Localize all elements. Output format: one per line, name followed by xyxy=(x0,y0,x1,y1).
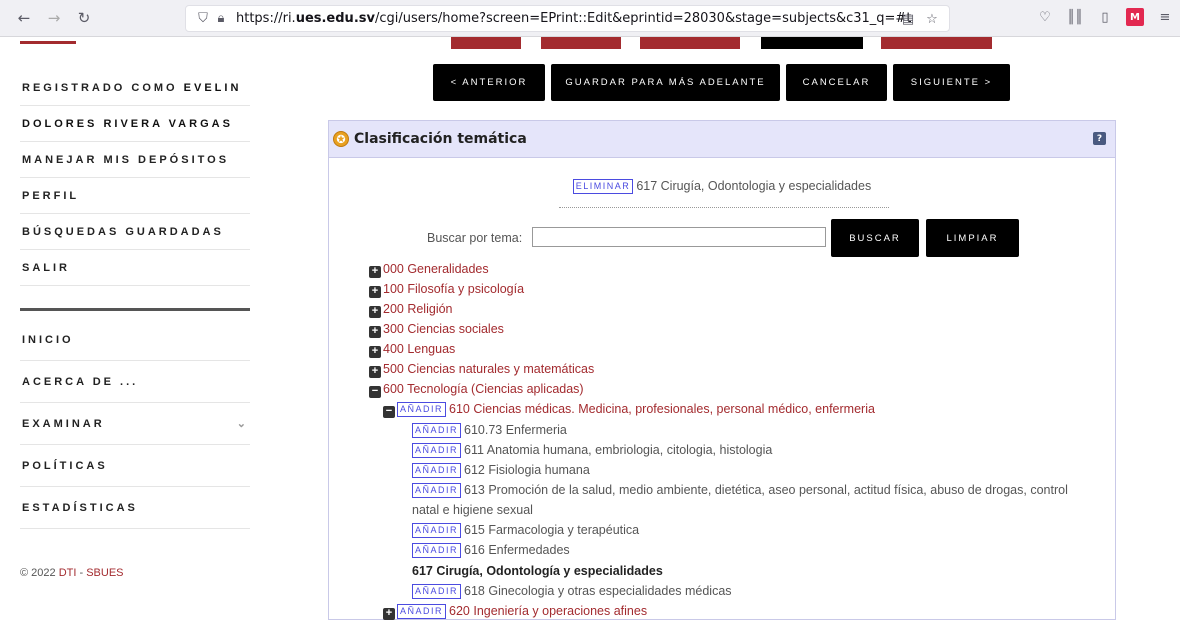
tree-item[interactable]: +200 Religión xyxy=(369,301,453,318)
stage-tab-stub[interactable] xyxy=(451,37,521,49)
remove-subject-button[interactable]: ELIMINAR xyxy=(572,179,634,194)
tree-item[interactable]: +100 Filosofía y psicología xyxy=(369,281,524,298)
expand-plus-icon[interactable]: + xyxy=(369,346,381,358)
stage-tab-stub[interactable] xyxy=(541,37,621,49)
subjects-panel: ✪ Clasificación temática ? ELIMINAR 617 C… xyxy=(328,120,1116,620)
sidebar-item-logout[interactable]: SALIR xyxy=(20,250,250,286)
save-later-button[interactable]: GUARDAR PARA MÁS ADELANTE xyxy=(551,64,780,101)
tree-leaf: AÑADIR 616 Enfermedades xyxy=(412,542,570,558)
tree-item[interactable]: +000 Generalidades xyxy=(369,261,489,278)
panel-header: ✪ Clasificación temática ? xyxy=(329,121,1115,158)
subject-search-input[interactable] xyxy=(532,227,826,247)
selected-subject: ELIMINAR 617 Cirugía, Odontologia y espec… xyxy=(329,179,1115,194)
sidebar-divider xyxy=(20,308,250,311)
url-bar[interactable]: ⛉ 🔒︎ https://ri.ues.edu.sv/cgi/users/hom… xyxy=(185,5,950,32)
tree-item[interactable]: +400 Lenguas xyxy=(369,341,455,358)
expand-plus-icon[interactable]: + xyxy=(383,608,395,620)
tree-leaf: AÑADIR 610.73 Enfermeria xyxy=(412,422,567,438)
footer-link-sbues[interactable]: SBUES xyxy=(86,567,123,579)
search-button[interactable]: BUSCAR xyxy=(831,219,919,257)
sidebar-item-statistics[interactable]: ESTADÍSTICAS xyxy=(20,487,250,529)
sidebar-item-policies[interactable]: POLÍTICAS xyxy=(20,445,250,487)
sidebar-item-browse[interactable]: EXAMINAR ⌄ xyxy=(20,403,250,445)
expand-plus-icon[interactable]: + xyxy=(369,286,381,298)
add-subject-button[interactable]: AÑADIR xyxy=(412,523,462,538)
tree-leaf: AÑADIR 618 Ginecologia y otras especialid… xyxy=(412,583,732,599)
add-subject-button[interactable]: AÑADIR xyxy=(412,423,462,438)
tree-leaf: AÑADIR 612 Fisiologia humana xyxy=(412,462,590,478)
reload-icon[interactable]: ↻ xyxy=(72,6,96,30)
tree-leaf: AÑADIR 615 Farmacologia y terapéutica xyxy=(412,522,639,538)
expand-plus-icon[interactable]: + xyxy=(369,306,381,318)
logged-in-as: REGISTRADO COMO EVELIN xyxy=(20,70,250,106)
tree-leaf: AÑADIR 611 Anatomia humana, embriologia, … xyxy=(412,442,772,458)
collapse-minus-icon[interactable]: − xyxy=(369,386,381,398)
next-button[interactable]: SIGUIENTE > xyxy=(893,64,1010,101)
add-subject-button[interactable]: AÑADIR xyxy=(412,483,462,498)
tree-item[interactable]: − AÑADIR 610 Ciencias médicas. Medicina, p… xyxy=(383,401,875,418)
browser-toolbar: ← → ↻ ⛉ 🔒︎ https://ri.ues.edu.sv/cgi/use… xyxy=(0,0,1180,37)
stage-tab-stub[interactable] xyxy=(761,37,863,49)
previous-button[interactable]: < ANTERIOR xyxy=(433,64,545,101)
add-subject-button[interactable]: AÑADIR xyxy=(397,402,447,417)
panel-title: Clasificación temática xyxy=(354,131,527,147)
stage-tab-stub[interactable] xyxy=(640,37,740,49)
star-icon: ✪ xyxy=(333,131,349,147)
stage-tab-stub[interactable] xyxy=(881,37,992,49)
sidebar-item-saved-searches[interactable]: BÚSQUEDAS GUARDADAS xyxy=(20,214,250,250)
sidebar-accent-bar xyxy=(20,41,76,44)
sidebar-item-about[interactable]: ACERCA DE ... xyxy=(20,361,250,403)
tree-leaf-selected: 617 Cirugía, Odontología y especialidade… xyxy=(412,564,663,578)
pocket-icon[interactable]: ♡ xyxy=(1036,8,1054,26)
sidebar-item-profile[interactable]: PERFIL xyxy=(20,178,250,214)
star-bookmark-icon[interactable]: ☆ xyxy=(923,10,941,28)
form-action-bar: < ANTERIOR GUARDAR PARA MÁS ADELANTE CAN… xyxy=(433,64,1010,101)
forward-arrow-icon[interactable]: → xyxy=(42,6,66,30)
search-label: Buscar por tema: xyxy=(427,231,523,245)
back-arrow-icon[interactable]: ← xyxy=(12,6,36,30)
add-subject-button[interactable]: AÑADIR xyxy=(412,443,462,458)
tree-item[interactable]: −600 Tecnología (Ciencias aplicadas) xyxy=(369,381,584,398)
expand-plus-icon[interactable]: + xyxy=(369,366,381,378)
chevron-down-icon[interactable]: ⌄ xyxy=(237,417,250,430)
sidebar-item-manage-deposits[interactable]: MANEJAR MIS DEPÓSITOS xyxy=(20,142,250,178)
hamburger-menu-icon[interactable]: ≡ xyxy=(1156,8,1174,26)
tree-leaf: AÑADIR 613 Promoción de la salud, medio a… xyxy=(412,482,1068,498)
user-menu: REGISTRADO COMO EVELIN DOLORES RIVERA VA… xyxy=(20,70,250,529)
add-subject-button[interactable]: AÑADIR xyxy=(412,543,462,558)
library-icon[interactable]: ║║ xyxy=(1066,8,1084,26)
lock-icon[interactable]: 🔒︎ xyxy=(212,10,230,28)
tree-leaf-continuation: natal e higiene sexual xyxy=(412,503,533,517)
add-subject-button[interactable]: AÑADIR xyxy=(412,463,462,478)
divider xyxy=(559,207,889,208)
expand-plus-icon[interactable]: + xyxy=(369,326,381,338)
tree-item[interactable]: + AÑADIR 620 Ingeniería y operaciones afin… xyxy=(383,603,647,620)
main-content: < ANTERIOR GUARDAR PARA MÁS ADELANTE CAN… xyxy=(268,37,1180,620)
expand-plus-icon[interactable]: + xyxy=(369,266,381,278)
tree-item[interactable]: +300 Ciencias sociales xyxy=(369,321,504,338)
help-icon[interactable]: ? xyxy=(1093,132,1106,145)
collapse-minus-icon[interactable]: − xyxy=(383,406,395,418)
extension-icon[interactable]: M xyxy=(1126,8,1144,26)
logged-in-name: DOLORES RIVERA VARGAS xyxy=(20,106,250,142)
add-subject-button[interactable]: AÑADIR xyxy=(412,584,462,599)
sidebar-icon[interactable]: ▯ xyxy=(1096,8,1114,26)
clear-button[interactable]: LIMPIAR xyxy=(926,219,1019,257)
shield-icon[interactable]: ⛉ xyxy=(194,10,212,28)
tree-item[interactable]: +500 Ciencias naturales y matemáticas xyxy=(369,361,594,378)
cancel-button[interactable]: CANCELAR xyxy=(786,64,887,101)
url-text[interactable]: https://ri.ues.edu.sv/cgi/users/home?scr… xyxy=(236,11,911,26)
sidebar: REGISTRADO COMO EVELIN DOLORES RIVERA VA… xyxy=(0,37,268,617)
footer: © 2022 DTI - SBUES xyxy=(20,567,124,579)
reader-view-icon[interactable]: ▤ xyxy=(899,10,917,28)
sidebar-item-home[interactable]: INICIO xyxy=(20,319,250,361)
footer-link-dti[interactable]: DTI xyxy=(59,567,77,579)
